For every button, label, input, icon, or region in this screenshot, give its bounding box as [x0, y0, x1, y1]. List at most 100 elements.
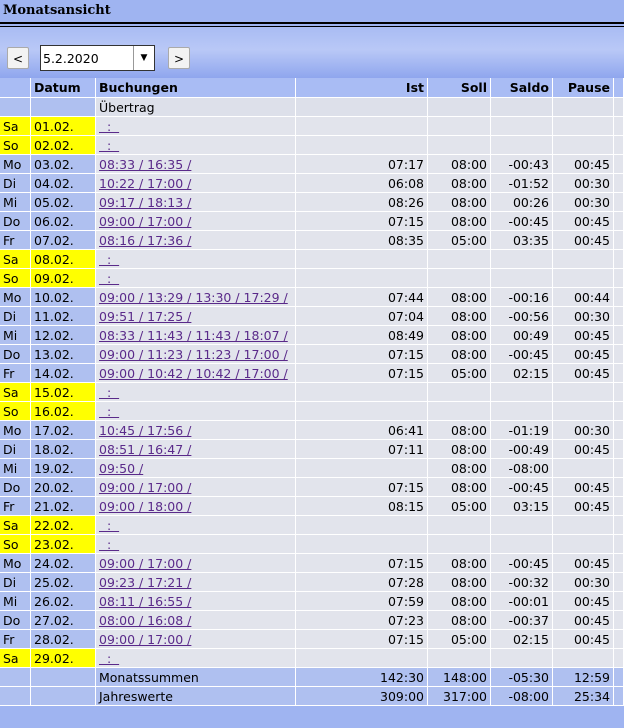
- bookings-link[interactable]: 09:00 / 11:23 / 11:23 / 17:00 /: [99, 347, 288, 362]
- totals-pause: 12:59: [553, 668, 614, 687]
- bookings-link[interactable]: 09:00 / 18:00 /: [99, 499, 191, 514]
- date-cell: 19.02.: [31, 459, 96, 478]
- bookings-link[interactable]: :: [99, 404, 119, 419]
- bookings-link[interactable]: 08:33 / 16:35 /: [99, 157, 191, 172]
- bookings-link[interactable]: 09:00 / 10:42 / 10:42 / 17:00 /: [99, 366, 288, 381]
- date-cell: 26.02.: [31, 592, 96, 611]
- date-cell: 28.02.: [31, 630, 96, 649]
- bookings-link[interactable]: 08:16 / 17:36 /: [99, 233, 191, 248]
- table-row: Sa 22.02. :: [0, 516, 624, 535]
- totals-weekday-cell: [0, 668, 31, 687]
- date-cell: 10.02.: [31, 288, 96, 307]
- table-row: Fr 14.02. 09:00 / 10:42 / 10:42 / 17:00 / 0…: [0, 364, 624, 383]
- soll-cell: 08:00: [428, 193, 491, 212]
- totals-ist: 309:00: [296, 687, 428, 706]
- bookings-link[interactable]: :: [99, 651, 119, 666]
- ist-cell: 07:15: [296, 554, 428, 573]
- extra-cell: [614, 611, 624, 630]
- totals-label: Jahreswerte: [96, 687, 296, 706]
- saldo-cell: -00:45: [491, 212, 553, 231]
- bookings-link[interactable]: 09:00 / 17:00 /: [99, 556, 191, 571]
- ist-cell: 08:26: [296, 193, 428, 212]
- bookings-link[interactable]: :: [99, 119, 119, 134]
- weekday-cell: Mi: [0, 193, 31, 212]
- bookings-link[interactable]: 10:45 / 17:56 /: [99, 423, 191, 438]
- saldo-cell: [491, 649, 553, 668]
- extra-cell: [614, 231, 624, 250]
- date-picker[interactable]: ▼: [40, 45, 155, 71]
- soll-cell: 05:00: [428, 630, 491, 649]
- extra-cell: [614, 497, 624, 516]
- carry-saldo-cell: [491, 98, 553, 117]
- bookings-cell: :: [96, 516, 296, 535]
- ist-cell: 07:15: [296, 364, 428, 383]
- weekday-cell: Do: [0, 212, 31, 231]
- bookings-link[interactable]: 09:00 / 17:00 /: [99, 632, 191, 647]
- bookings-link[interactable]: 09:17 / 18:13 /: [99, 195, 191, 210]
- carry-date-cell: [31, 98, 96, 117]
- saldo-cell: [491, 250, 553, 269]
- extra-cell: [614, 649, 624, 668]
- bookings-link[interactable]: 08:00 / 16:08 /: [99, 613, 191, 628]
- soll-cell: [428, 250, 491, 269]
- bookings-link[interactable]: :: [99, 138, 119, 153]
- bookings-link[interactable]: 09:50 /: [99, 461, 143, 476]
- bookings-link[interactable]: 09:00 / 17:00 /: [99, 214, 191, 229]
- bookings-link[interactable]: 09:51 / 17:25 /: [99, 309, 191, 324]
- ist-cell: 07:23: [296, 611, 428, 630]
- saldo-cell: [491, 402, 553, 421]
- weekday-cell: Mi: [0, 459, 31, 478]
- date-cell: 18.02.: [31, 440, 96, 459]
- bookings-link[interactable]: :: [99, 537, 119, 552]
- bookings-link[interactable]: 09:23 / 17:21 /: [99, 575, 191, 590]
- ist-cell: 07:59: [296, 592, 428, 611]
- pause-cell: 00:45: [553, 440, 614, 459]
- bookings-link[interactable]: :: [99, 252, 119, 267]
- bookings-cell: 09:00 / 13:29 / 13:30 / 17:29 /: [96, 288, 296, 307]
- bookings-cell: 10:22 / 17:00 /: [96, 174, 296, 193]
- soll-cell: [428, 136, 491, 155]
- bookings-link[interactable]: :: [99, 271, 119, 286]
- totals-row: Jahreswerte 309:00 317:00 -08:00 25:34: [0, 687, 624, 706]
- bookings-link[interactable]: 08:11 / 16:55 /: [99, 594, 191, 609]
- totals-extra-cell: [614, 687, 624, 706]
- extra-cell: [614, 592, 624, 611]
- ist-cell: 08:35: [296, 231, 428, 250]
- bookings-link[interactable]: 08:33 / 11:43 / 11:43 / 18:07 /: [99, 328, 288, 343]
- totals-date-cell: [31, 687, 96, 706]
- chevron-down-icon[interactable]: ▼: [133, 46, 154, 70]
- ist-cell: 06:08: [296, 174, 428, 193]
- extra-cell: [614, 573, 624, 592]
- bookings-link[interactable]: :: [99, 518, 119, 533]
- totals-soll: 148:00: [428, 668, 491, 687]
- bookings-cell: 08:33 / 11:43 / 11:43 / 18:07 /: [96, 326, 296, 345]
- table-row: So 16.02. :: [0, 402, 624, 421]
- bookings-cell: 09:00 / 18:00 /: [96, 497, 296, 516]
- date-cell: 23.02.: [31, 535, 96, 554]
- date-cell: 03.02.: [31, 155, 96, 174]
- table-row: Di 25.02. 09:23 / 17:21 / 07:28 08:00 -00:32 0…: [0, 573, 624, 592]
- ist-cell: 08:49: [296, 326, 428, 345]
- bookings-cell: 08:51 / 16:47 /: [96, 440, 296, 459]
- weekday-cell: Do: [0, 345, 31, 364]
- bookings-link[interactable]: 09:00 / 17:00 /: [99, 480, 191, 495]
- bookings-link[interactable]: 10:22 / 17:00 /: [99, 176, 191, 191]
- ist-cell: 07:17: [296, 155, 428, 174]
- weekday-cell: So: [0, 535, 31, 554]
- ist-cell: [296, 535, 428, 554]
- ist-cell: [296, 383, 428, 402]
- bookings-link[interactable]: 09:00 / 13:29 / 13:30 / 17:29 /: [99, 290, 288, 305]
- saldo-cell: -01:19: [491, 421, 553, 440]
- pause-cell: 00:45: [553, 231, 614, 250]
- table-row: Mi 19.02. 09:50 / 08:00 -08:00: [0, 459, 624, 478]
- bookings-cell: 09:00 / 17:00 /: [96, 554, 296, 573]
- extra-cell: [614, 630, 624, 649]
- bookings-link[interactable]: :: [99, 385, 119, 400]
- weekday-cell: Di: [0, 573, 31, 592]
- date-input[interactable]: [43, 47, 135, 69]
- next-month-button[interactable]: >: [168, 47, 190, 69]
- weekday-cell: Di: [0, 174, 31, 193]
- previous-month-button[interactable]: <: [7, 47, 29, 69]
- bookings-link[interactable]: 08:51 / 16:47 /: [99, 442, 191, 457]
- soll-cell: 08:00: [428, 212, 491, 231]
